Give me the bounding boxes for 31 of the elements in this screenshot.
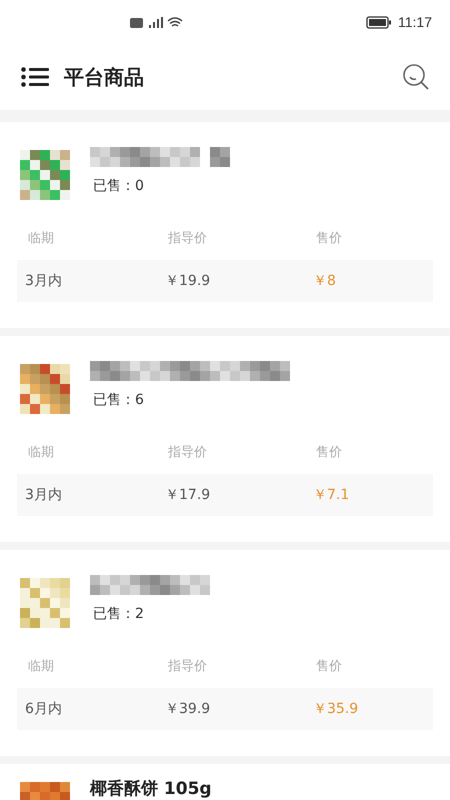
product-name: 椰香酥饼 105g: [90, 779, 212, 799]
guide-price: ￥17.9: [165, 486, 212, 504]
product-card[interactable]: 已售：0 临期 指导价 售价 3月内 ￥19.9 ￥8: [0, 122, 450, 328]
guide-price: ￥39.9: [165, 700, 212, 718]
expiry-cell-text: 3月内: [25, 272, 63, 290]
product-card[interactable]: 椰香酥饼 105g: [0, 764, 450, 800]
column-header: 售价: [316, 230, 343, 247]
guide-price: ￥19.9: [165, 272, 212, 290]
sold-count: 已售：2: [92, 605, 145, 623]
battery-icon: [366, 16, 392, 28]
column-header: 指导价: [168, 444, 208, 461]
product-card[interactable]: 已售：6 临期 指导价 售价 3月内 ￥17.9 ￥7.1: [0, 336, 450, 542]
menu-icon[interactable]: [21, 67, 49, 87]
sold-count: 已售：0: [92, 177, 145, 195]
expiry-cell-text: 6月内: [25, 700, 63, 718]
column-header: 售价: [316, 658, 343, 675]
column-header: 指导价: [168, 230, 208, 247]
status-time: 11:17: [398, 14, 432, 30]
sale-price: ￥35.9: [313, 700, 360, 718]
column-header: 临期: [28, 444, 55, 461]
sale-price: ￥8: [313, 272, 337, 290]
sale-price: ￥7.1: [313, 486, 350, 504]
column-header: 临期: [28, 658, 55, 675]
search-icon[interactable]: [402, 63, 430, 91]
product-card[interactable]: 已售：2 临期 指导价 售价 6月内 ￥39.9 ￥35.9: [0, 550, 450, 756]
expiry-cell-text: 3月内: [25, 486, 63, 504]
page-title: 平台商品: [64, 64, 144, 90]
column-header: 指导价: [168, 658, 208, 675]
sold-count: 已售：6: [92, 391, 145, 409]
column-header: 售价: [316, 444, 343, 461]
column-header: 临期: [28, 230, 55, 247]
